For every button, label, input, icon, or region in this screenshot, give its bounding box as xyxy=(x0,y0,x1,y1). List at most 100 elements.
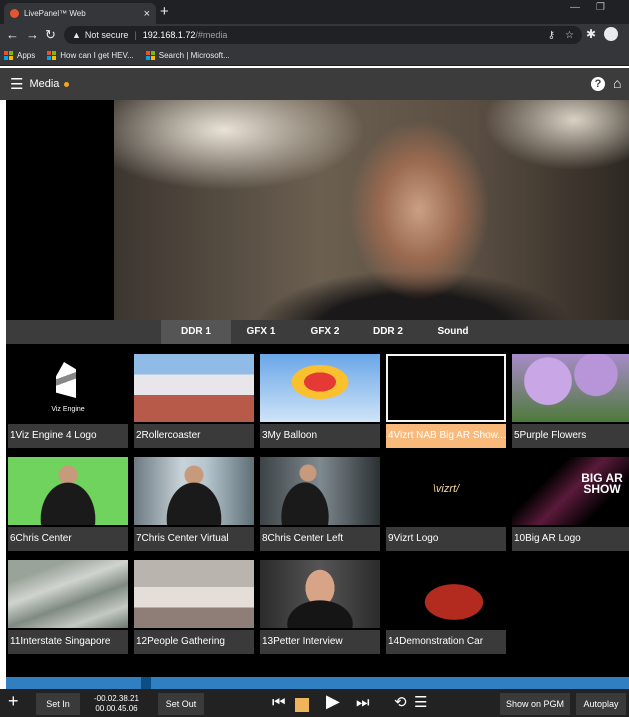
clip-tile[interactable]: 14Demonstration Car xyxy=(386,560,506,656)
url-input[interactable]: ▲ Not secure | 192.168.1.72 /#media ⚷ ☆ xyxy=(64,26,582,44)
transport-controls: + Set In -00.02.38.21 00.00.45.06 Set Ou… xyxy=(0,689,629,717)
clip-tile-selected[interactable]: 4Vizrt NAB Big AR Show... xyxy=(386,354,506,450)
status-dot xyxy=(64,81,70,87)
clip-tile[interactable]: 5Purple Flowers xyxy=(512,354,629,450)
tab-ddr1[interactable]: DDR 1 xyxy=(161,320,231,344)
set-out-button[interactable]: Set Out xyxy=(158,693,204,715)
clip-thumbnail xyxy=(386,560,506,628)
clip-label: 5Purple Flowers xyxy=(512,424,629,448)
viz-engine-logo-icon xyxy=(56,362,76,398)
clip-tile[interactable]: 2Rollercoaster xyxy=(134,354,254,450)
clip-label: 10Big AR Logo xyxy=(512,527,629,551)
autoplay-button[interactable]: Autoplay xyxy=(576,693,626,715)
help-icon[interactable]: ? xyxy=(591,77,605,91)
page-title: Media xyxy=(29,78,60,90)
clip-tile[interactable]: 8Chris Center Left xyxy=(260,457,380,553)
clip-tile[interactable]: 12People Gathering xyxy=(134,560,254,656)
clip-tile[interactable]: 13Petter Interview xyxy=(260,560,380,656)
preview-video-frame xyxy=(114,100,629,320)
clip-grid: Viz Engine 1Viz Engine 4 Logo 2Rollercoa… xyxy=(6,344,629,677)
clip-thumbnail xyxy=(134,354,254,422)
video-preview xyxy=(6,100,629,320)
clip-thumbnail: Viz Engine xyxy=(8,354,128,422)
clip-tile[interactable]: Viz Engine 1Viz Engine 4 Logo xyxy=(8,354,128,450)
clip-tile[interactable]: 3My Balloon xyxy=(260,354,380,450)
url-host: 192.168.1.72 xyxy=(142,30,196,40)
timeline-scrubber[interactable] xyxy=(6,677,629,689)
clip-thumbnail xyxy=(8,457,128,525)
play-icon[interactable]: ▶ xyxy=(326,692,340,710)
loop-icon[interactable]: ⟲ xyxy=(394,694,407,712)
tab-gfx1[interactable]: GFX 1 xyxy=(231,320,291,344)
clip-tile[interactable]: 11Interstate Singapore xyxy=(8,560,128,656)
add-icon[interactable]: + xyxy=(8,691,19,712)
thumb-caption: Viz Engine xyxy=(51,406,85,413)
bookmark-label: Apps xyxy=(17,51,36,60)
browser-tab[interactable]: LivePanel™ Web × xyxy=(4,3,156,24)
clip-label: 11Interstate Singapore xyxy=(8,630,128,654)
media-tabs: DDR 1 GFX 1 GFX 2 DDR 2 Sound xyxy=(6,320,629,344)
hamburger-menu-icon[interactable]: ☰ xyxy=(10,75,23,93)
skip-forward-icon[interactable]: ⏭ xyxy=(356,694,370,712)
forward-arrow-icon[interactable]: → xyxy=(26,26,39,44)
extensions-icon[interactable]: ✱ xyxy=(586,27,596,41)
clip-thumbnail xyxy=(260,560,380,628)
microsoft-icon xyxy=(47,51,57,60)
home-icon[interactable]: ⌂ xyxy=(613,75,621,91)
timecode-out: 00.00.45.06 xyxy=(95,704,138,713)
vizrt-logo: \vizrt/ xyxy=(432,483,460,495)
clip-tile[interactable]: 6Chris Center xyxy=(8,457,128,553)
clip-label: 12People Gathering xyxy=(134,630,254,654)
clip-tile[interactable]: BIG AR SHOW 10Big AR Logo xyxy=(512,457,629,553)
clip-tile[interactable]: 7Chris Center Virtual xyxy=(134,457,254,553)
clip-thumbnail xyxy=(512,354,629,422)
clip-label: 3My Balloon xyxy=(260,424,380,448)
clip-label: 7Chris Center Virtual xyxy=(134,527,254,551)
security-label: Not secure xyxy=(84,30,129,40)
clip-label: 6Chris Center xyxy=(8,527,128,551)
set-in-button[interactable]: Set In xyxy=(36,693,80,715)
profile-avatar-icon[interactable] xyxy=(604,27,619,41)
url-separator: | xyxy=(134,30,137,40)
star-icon[interactable]: ☆ xyxy=(565,30,574,41)
app-header: ☰ Media ? ⌂ xyxy=(0,68,629,100)
playlist-icon[interactable]: ☰ xyxy=(414,694,427,712)
tab-sound[interactable]: Sound xyxy=(420,320,486,344)
clip-thumbnail xyxy=(386,354,506,422)
bookmark-search-microsoft[interactable]: Search | Microsoft... xyxy=(145,51,230,60)
back-arrow-icon[interactable]: ← xyxy=(6,26,19,44)
clip-thumbnail: \vizrt/ xyxy=(386,457,506,525)
clip-label: 2Rollercoaster xyxy=(134,424,254,448)
apps-grid-icon xyxy=(4,51,13,60)
clip-thumbnail xyxy=(260,354,380,422)
clip-label: 1Viz Engine 4 Logo xyxy=(8,424,128,448)
minimize-icon[interactable]: — xyxy=(570,2,580,13)
new-tab-button[interactable]: + xyxy=(160,3,169,21)
browser-tab-bar: LivePanel™ Web × + — ❐ xyxy=(0,0,629,24)
browser-tab-title: LivePanel™ Web xyxy=(24,9,86,18)
restore-icon[interactable]: ❐ xyxy=(596,2,605,13)
livepanel-favicon-icon xyxy=(10,9,19,18)
reload-icon[interactable]: ↻ xyxy=(45,26,56,44)
microsoft-icon xyxy=(145,51,155,60)
clip-label: 14Demonstration Car xyxy=(386,630,506,654)
clip-label: 8Chris Center Left xyxy=(260,527,380,551)
clip-tile[interactable]: \vizrt/ 9Vizrt Logo xyxy=(386,457,506,553)
key-icon[interactable]: ⚷ xyxy=(548,30,555,41)
clip-label: 9Vizrt Logo xyxy=(386,527,506,551)
show-on-pgm-button[interactable]: Show on PGM xyxy=(500,693,570,715)
tab-close-icon[interactable]: × xyxy=(144,8,150,20)
stop-icon[interactable] xyxy=(295,698,309,712)
clip-label: 13Petter Interview xyxy=(260,630,380,654)
timeline-playhead[interactable] xyxy=(141,677,151,689)
big-ar-logo: BIG AR SHOW xyxy=(581,471,623,496)
bookmark-hevc[interactable]: How can I get HEV... xyxy=(47,51,134,60)
bookmark-apps[interactable]: Apps xyxy=(4,51,35,60)
url-path: /#media xyxy=(195,30,228,40)
clip-thumbnail xyxy=(8,560,128,628)
skip-back-icon[interactable]: ⏮ xyxy=(272,694,286,712)
tab-gfx2[interactable]: GFX 2 xyxy=(294,320,356,344)
timecode-in: -00.02.38.21 xyxy=(94,694,139,703)
timecode-display: -00.02.38.21 00.00.45.06 xyxy=(94,694,139,714)
tab-ddr2[interactable]: DDR 2 xyxy=(358,320,418,344)
